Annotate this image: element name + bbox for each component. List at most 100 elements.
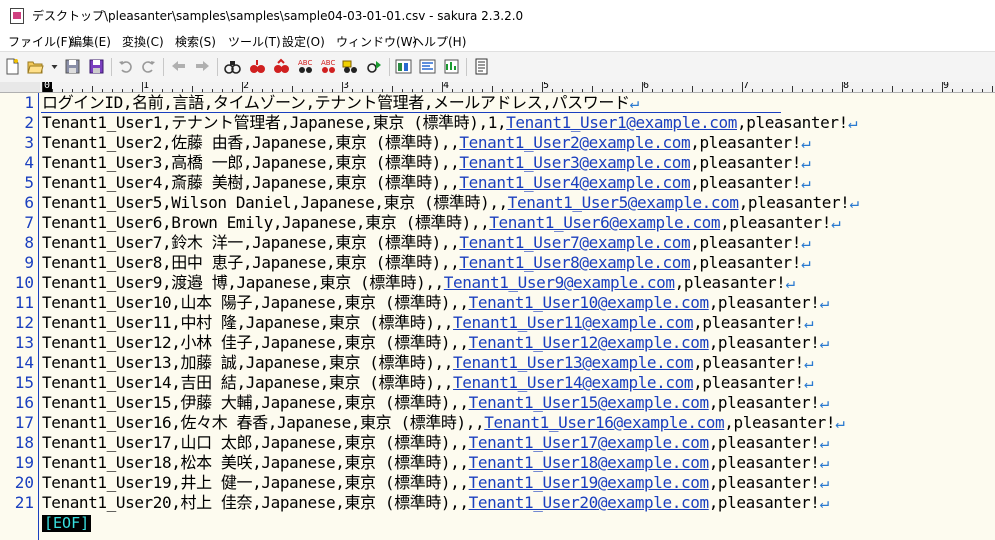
ruler-tick	[332, 89, 333, 92]
email-link[interactable]: Tenant1_User3@example.com	[459, 153, 690, 172]
new-file-icon[interactable]	[4, 58, 21, 75]
save-all-icon[interactable]	[88, 58, 105, 75]
line-text[interactable]: Tenant1_User11,中村 隆,Japanese,東京 (標準時),,T…	[42, 313, 814, 333]
email-link[interactable]: Tenant1_User17@example.com	[469, 433, 709, 452]
email-link[interactable]: Tenant1_User14@example.com	[453, 373, 693, 392]
line-text[interactable]: Tenant1_User5,Wilson Daniel,Japanese,東京 …	[42, 193, 859, 213]
search-next-icon[interactable]	[249, 58, 266, 75]
line-tail: ,pleasanter!	[690, 133, 802, 152]
line-text[interactable]: Tenant1_User8,田中 恵子,Japanese,東京 (標準時),,T…	[42, 253, 811, 273]
editor-line[interactable]: 11 Tenant1_User10,山本 陽子,Japanese,東京 (標準時)…	[0, 293, 995, 313]
save-icon[interactable]	[64, 58, 81, 75]
email-link[interactable]: Tenant1_User6@example.com	[489, 213, 720, 232]
print-icon[interactable]	[473, 58, 490, 75]
mark-icon[interactable]: ABC	[320, 58, 337, 75]
menu-file[interactable]: ファイル(F)	[8, 33, 72, 50]
line-text[interactable]: Tenant1_User1,テナント管理者,Japanese,東京 (標準時),…	[42, 113, 857, 133]
line-text[interactable]: ログインID,名前,言語,タイムゾーン,テナント管理者,メールアドレス,パスワー…	[42, 93, 639, 113]
app-icon[interactable]	[10, 8, 24, 24]
editor-line[interactable]: 7 Tenant1_User6,Brown Emily,Japanese,東京 (…	[0, 213, 995, 233]
search-prev-icon[interactable]	[273, 58, 290, 75]
redo-icon[interactable]	[140, 58, 157, 75]
email-link[interactable]: Tenant1_User9@example.com	[444, 273, 675, 292]
line-text[interactable]: Tenant1_User19,井上 健一,Japanese,東京 (標準時),,…	[42, 473, 829, 493]
editor-line[interactable]: 2 Tenant1_User1,テナント管理者,Japanese,東京 (標準時)…	[0, 113, 995, 133]
editor-area[interactable]: 1 ログインID,名前,言語,タイムゾーン,テナント管理者,メールアドレス,パスワ…	[0, 93, 995, 540]
email-link[interactable]: Tenant1_User4@example.com	[459, 173, 690, 192]
email-link[interactable]: Tenant1_User1@example.com	[506, 113, 737, 132]
email-link[interactable]: Tenant1_User20@example.com	[469, 493, 709, 512]
forward-icon[interactable]	[194, 58, 211, 75]
line-text[interactable]: Tenant1_User10,山本 陽子,Japanese,東京 (標準時),,…	[42, 293, 829, 313]
undo-icon[interactable]	[117, 58, 134, 75]
line-text[interactable]: Tenant1_User4,斎藤 美樹,Japanese,東京 (標準時),,T…	[42, 173, 811, 193]
menu-edit[interactable]: 編集(E)	[70, 33, 111, 50]
grep-icon[interactable]	[366, 58, 383, 75]
open-file-icon[interactable]	[27, 58, 44, 75]
email-link[interactable]: Tenant1_User7@example.com	[459, 233, 690, 252]
editor-line[interactable]: 13 Tenant1_User12,小林 佳子,Japanese,東京 (標準時)…	[0, 333, 995, 353]
editor-line[interactable]: 3 Tenant1_User2,佐藤 由香,Japanese,東京 (標準時),,…	[0, 133, 995, 153]
line-text[interactable]: Tenant1_User12,小林 佳子,Japanese,東京 (標準時),,…	[42, 333, 829, 353]
email-link[interactable]: Tenant1_User8@example.com	[459, 253, 690, 272]
line-text[interactable]: Tenant1_User13,加藤 誠,Japanese,東京 (標準時),,T…	[42, 353, 814, 373]
editor-line[interactable]: 16 Tenant1_User15,伊藤 大輔,Japanese,東京 (標準時)…	[0, 393, 995, 413]
menu-convert[interactable]: 変換(C)	[122, 33, 164, 50]
compare-icon[interactable]	[395, 58, 412, 75]
editor-line[interactable]: 21 Tenant1_User20,村上 佳奈,Japanese,東京 (標準時)…	[0, 493, 995, 513]
ruler-tick	[792, 86, 793, 92]
settings-icon[interactable]	[443, 58, 460, 75]
line-text[interactable]: Tenant1_User9,渡邉 博,Japanese,東京 (標準時),,Te…	[42, 273, 795, 293]
editor-line[interactable]: 14 Tenant1_User13,加藤 誠,Japanese,東京 (標準時),…	[0, 353, 995, 373]
line-text[interactable]: Tenant1_User16,佐々木 春香,Japanese,東京 (標準時),…	[42, 413, 845, 433]
email-link[interactable]: Tenant1_User2@example.com	[459, 133, 690, 152]
email-link[interactable]: Tenant1_User15@example.com	[469, 393, 709, 412]
editor-line[interactable]: 18 Tenant1_User17,山口 太郎,Japanese,東京 (標準時)…	[0, 433, 995, 453]
line-text[interactable]: Tenant1_User18,松本 美咲,Japanese,東京 (標準時),,…	[42, 453, 829, 473]
editor-line[interactable]: 20 Tenant1_User19,井上 健一,Japanese,東京 (標準時)…	[0, 473, 995, 493]
ruler-tick	[232, 89, 233, 92]
back-icon[interactable]	[170, 58, 187, 75]
editor-line[interactable]: 19 Tenant1_User18,松本 美咲,Japanese,東京 (標準時)…	[0, 453, 995, 473]
editor-line[interactable]: 9 Tenant1_User8,田中 恵子,Japanese,東京 (標準時),,…	[0, 253, 995, 273]
tag-jump-icon[interactable]	[342, 58, 359, 75]
editor-line[interactable]: 17 Tenant1_User16,佐々木 春香,Japanese,東京 (標準時…	[0, 413, 995, 433]
email-link[interactable]: Tenant1_User5@example.com	[508, 193, 739, 212]
menu-window[interactable]: ウィンドウ(W)	[336, 33, 417, 50]
line-text[interactable]: Tenant1_User2,佐藤 由香,Japanese,東京 (標準時),,T…	[42, 133, 811, 153]
email-link[interactable]: Tenant1_User18@example.com	[469, 453, 709, 472]
eol-mark-icon: ↵	[847, 113, 858, 132]
menu-help[interactable]: ヘルプ(H)	[412, 33, 466, 50]
email-link[interactable]: Tenant1_User16@example.com	[484, 413, 724, 432]
email-link[interactable]: Tenant1_User19@example.com	[469, 473, 709, 492]
line-fields: Tenant1_User15,伊藤 大輔,Japanese,東京 (標準時),,	[42, 393, 469, 412]
editor-line[interactable]: 1 ログインID,名前,言語,タイムゾーン,テナント管理者,メールアドレス,パスワ…	[0, 93, 995, 113]
email-link[interactable]: Tenant1_User11@example.com	[453, 313, 693, 332]
line-text[interactable]: Tenant1_User17,山口 太郎,Japanese,東京 (標準時),,…	[42, 433, 829, 453]
editor-line[interactable]: 6 Tenant1_User5,Wilson Daniel,Japanese,東京…	[0, 193, 995, 213]
email-link[interactable]: Tenant1_User13@example.com	[453, 353, 693, 372]
open-dropdown-icon[interactable]	[46, 58, 58, 75]
outline-icon[interactable]	[419, 58, 436, 75]
editor-line[interactable]: 5 Tenant1_User4,斎藤 美樹,Japanese,東京 (標準時),,…	[0, 173, 995, 193]
editor-line[interactable]: 15 Tenant1_User14,吉田 結,Japanese,東京 (標準時),…	[0, 373, 995, 393]
email-link[interactable]: Tenant1_User10@example.com	[469, 293, 709, 312]
line-text[interactable]: Tenant1_User15,伊藤 大輔,Japanese,東京 (標準時),,…	[42, 393, 829, 413]
line-text[interactable]: Tenant1_User6,Brown Emily,Japanese,東京 (標…	[42, 213, 841, 233]
editor-line[interactable]: 4 Tenant1_User3,高橋 一郎,Japanese,東京 (標準時),,…	[0, 153, 995, 173]
replace-icon[interactable]: ABC	[297, 58, 314, 75]
line-text[interactable]: Tenant1_User20,村上 佳奈,Japanese,東京 (標準時),,…	[42, 493, 829, 513]
editor-line[interactable]: 8 Tenant1_User7,鈴木 洋一,Japanese,東京 (標準時),,…	[0, 233, 995, 253]
menu-search[interactable]: 検索(S)	[175, 33, 216, 50]
search-icon[interactable]	[224, 58, 241, 75]
line-text[interactable]: Tenant1_User14,吉田 結,Japanese,東京 (標準時),,T…	[42, 373, 814, 393]
menu-settings[interactable]: 設定(O)	[282, 33, 325, 50]
email-link[interactable]: Tenant1_User12@example.com	[469, 333, 709, 352]
editor-line[interactable]: 10 Tenant1_User9,渡邉 博,Japanese,東京 (標準時),,…	[0, 273, 995, 293]
menu-tools[interactable]: ツール(T)	[228, 33, 281, 50]
line-text[interactable]: Tenant1_User3,高橋 一郎,Japanese,東京 (標準時),,T…	[42, 153, 811, 173]
editor-line[interactable]: 12 Tenant1_User11,中村 隆,Japanese,東京 (標準時),…	[0, 313, 995, 333]
line-text[interactable]: Tenant1_User7,鈴木 洋一,Japanese,東京 (標準時),,T…	[42, 233, 811, 253]
ruler-label: 2	[243, 82, 250, 91]
line-fields: Tenant1_User2,佐藤 由香,Japanese,東京 (標準時),,	[42, 133, 460, 152]
